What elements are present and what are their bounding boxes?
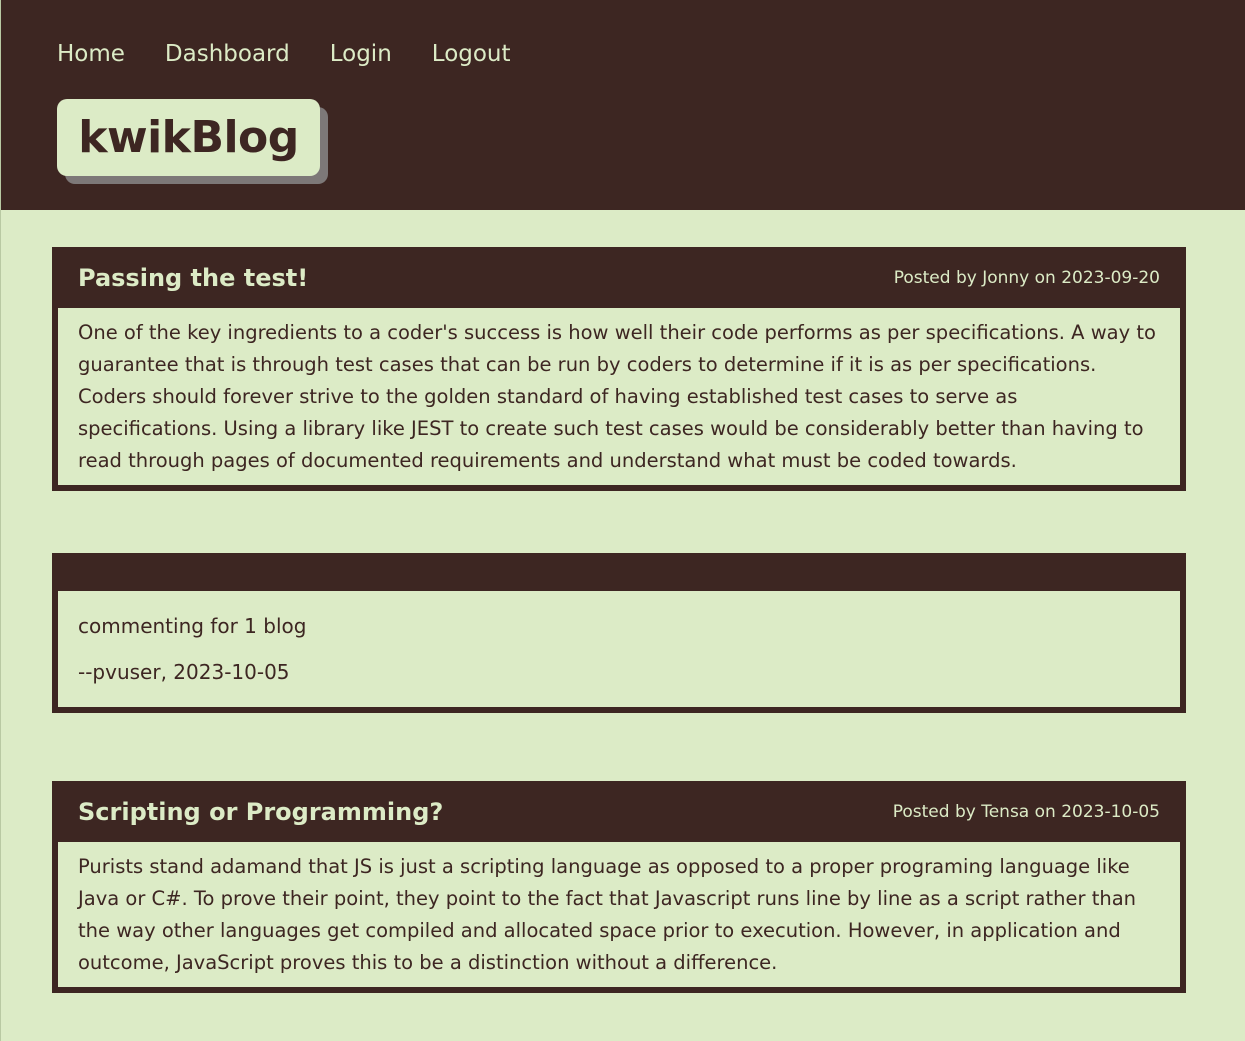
nav-link-dashboard[interactable]: Dashboard bbox=[165, 40, 290, 68]
site-title: kwikBlog bbox=[57, 99, 320, 176]
nav-link-logout[interactable]: Logout bbox=[432, 40, 511, 68]
comment-card: commenting for 1 blog --pvuser, 2023-10-… bbox=[52, 553, 1186, 713]
main-nav: Home Dashboard Login Logout bbox=[57, 40, 551, 68]
post-meta: Posted by Jonny on 2023-09-20 bbox=[893, 267, 1160, 288]
post-title[interactable]: Passing the test! bbox=[78, 264, 308, 292]
post-body: One of the key ingredients to a coder's … bbox=[58, 308, 1180, 485]
comment-body: commenting for 1 blog --pvuser, 2023-10-… bbox=[58, 591, 1180, 707]
post-body: Purists stand adamand that JS is just a … bbox=[58, 842, 1180, 987]
comment-header bbox=[58, 553, 1180, 591]
post-meta: Posted by Tensa on 2023-10-05 bbox=[892, 801, 1160, 822]
nav-link-home[interactable]: Home bbox=[57, 40, 125, 68]
comment-signature: --pvuser, 2023-10-05 bbox=[78, 660, 290, 684]
comment-text: commenting for 1 blog bbox=[78, 614, 307, 638]
brand-logo: kwikBlog bbox=[57, 99, 328, 184]
nav-link-login[interactable]: Login bbox=[330, 40, 392, 68]
post-title[interactable]: Scripting or Programming? bbox=[78, 798, 443, 826]
site-header: Home Dashboard Login Logout kwikBlog bbox=[1, 0, 1245, 210]
post-header: Scripting or Programming? Posted by Tens… bbox=[58, 781, 1180, 842]
post-card-passing-the-test[interactable]: Passing the test! Posted by Jonny on 202… bbox=[52, 247, 1186, 491]
post-card-scripting-or-programming[interactable]: Scripting or Programming? Posted by Tens… bbox=[52, 781, 1186, 993]
post-header: Passing the test! Posted by Jonny on 202… bbox=[58, 247, 1180, 308]
